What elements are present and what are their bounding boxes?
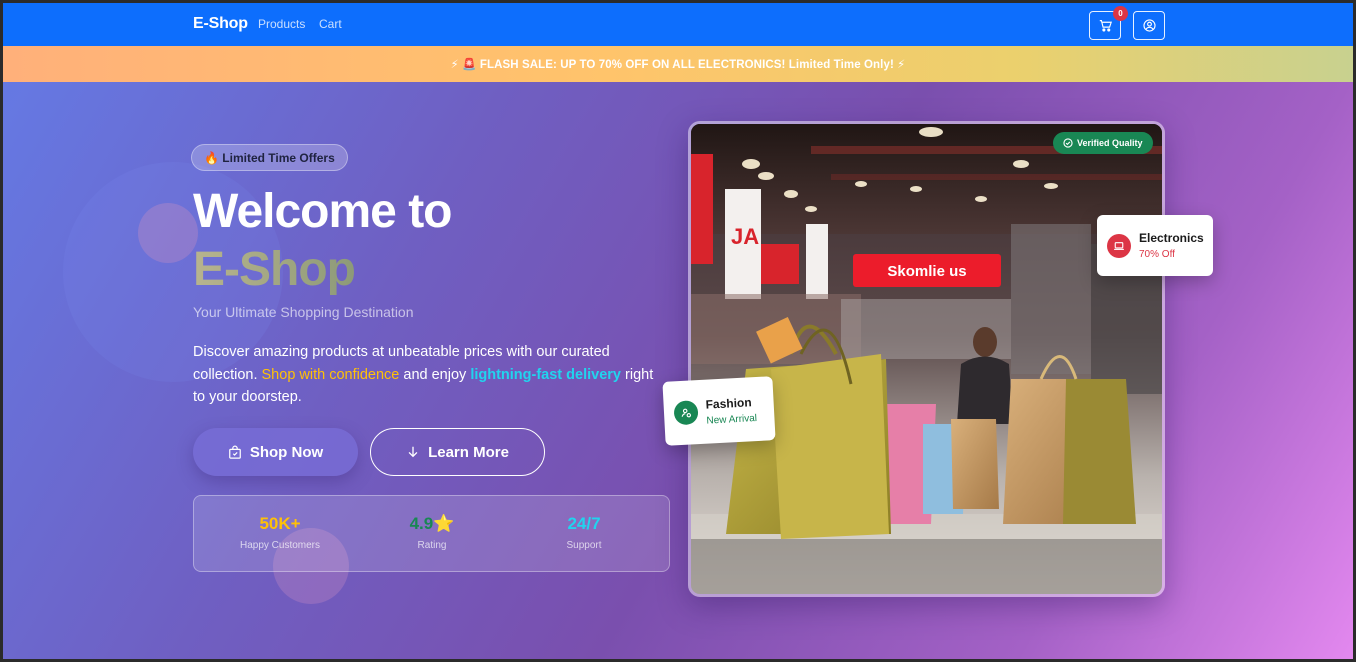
arrow-down-icon [408,446,418,458]
hero-section: 🔥 Limited Time Offers Welcome to E-Shop … [3,82,1353,659]
hero-subtitle: Your Ultimate Shopping Destination [193,304,414,320]
stat-value: 4.9⭐ [409,514,455,533]
decorative-blob [138,203,198,263]
hero-title-line1: Welcome to [193,185,452,238]
verified-quality-badge: Verified Quality [1053,132,1153,154]
check-circle-icon [1063,138,1073,148]
flash-sale-text: ⚡ 🚨 FLASH SALE: UP TO 70% OFF ON ALL ELE… [450,59,906,71]
electronics-subtitle: 70% Off [1139,249,1175,260]
electronics-promo-card[interactable]: Electronics 70% Off [1097,215,1213,276]
shopping-bags-photo: JA Skomlie us [691,124,1162,594]
brand-logo[interactable]: E-Shop [193,15,248,33]
learn-more-button[interactable]: Learn More [370,428,545,476]
store-sign-text: Skomlie us [887,263,966,280]
stats-panel: 50K+ Happy Customers 4.9⭐ Rating 24/7 Su… [193,495,670,572]
fashion-subtitle: New Arrival [706,412,758,427]
hero-description: Discover amazing products at unbeatable … [193,341,668,409]
shopping-bag-icon [228,445,241,459]
user-account-button[interactable] [1133,11,1165,40]
hero-title-line2: E-Shop [193,243,356,296]
cart-button[interactable]: 0 [1089,6,1128,40]
desc-highlight-delivery: lightning-fast delivery [470,366,621,383]
desc-highlight-confidence: Shop with confidence [261,366,400,383]
flash-sale-banner: ⚡ 🚨 FLASH SALE: UP TO 70% OFF ON ALL ELE… [3,46,1353,82]
stat-rating: 4.9⭐ Rating [357,514,507,551]
limited-offers-label: 🔥 Limited Time Offers [204,150,335,165]
navbar: E-Shop Products Cart 0 [3,3,1353,46]
nav-link-products[interactable]: Products [258,17,305,31]
learn-more-label: Learn More [428,443,509,461]
stat-support: 24/7 Support [509,514,659,551]
stat-value: 24/7 [567,514,601,533]
fashion-icon [673,400,699,426]
hero-showcase-image: JA Skomlie us [688,121,1165,597]
nav-link-cart[interactable]: Cart [319,17,342,31]
cart-count-badge: 0 [1113,6,1128,21]
limited-offers-badge: 🔥 Limited Time Offers [191,144,348,171]
stat-label: Support [566,540,602,551]
desc-text: and enjoy [399,366,471,383]
stat-label: Happy Customers [239,540,321,551]
user-circle-icon [1142,19,1156,32]
fashion-title: Fashion [705,394,752,412]
shop-now-label: Shop Now [249,443,324,461]
stat-label: Rating [417,540,447,551]
shop-now-button[interactable]: Shop Now [193,428,358,476]
cart-icon [1099,20,1112,32]
verified-quality-label: Verified Quality [1077,138,1143,148]
electronics-title: Electronics [1139,231,1204,245]
stat-value: 50K+ [259,514,301,533]
stat-customers: 50K+ Happy Customers [205,514,355,551]
fashion-promo-card[interactable]: Fashion New Arrival [662,376,776,446]
svg-text:JA: JA [731,224,759,249]
laptop-icon [1107,233,1131,258]
browser-viewport: E-Shop Products Cart 0 ⚡ 🚨 FLASH SALE: U… [3,3,1353,659]
